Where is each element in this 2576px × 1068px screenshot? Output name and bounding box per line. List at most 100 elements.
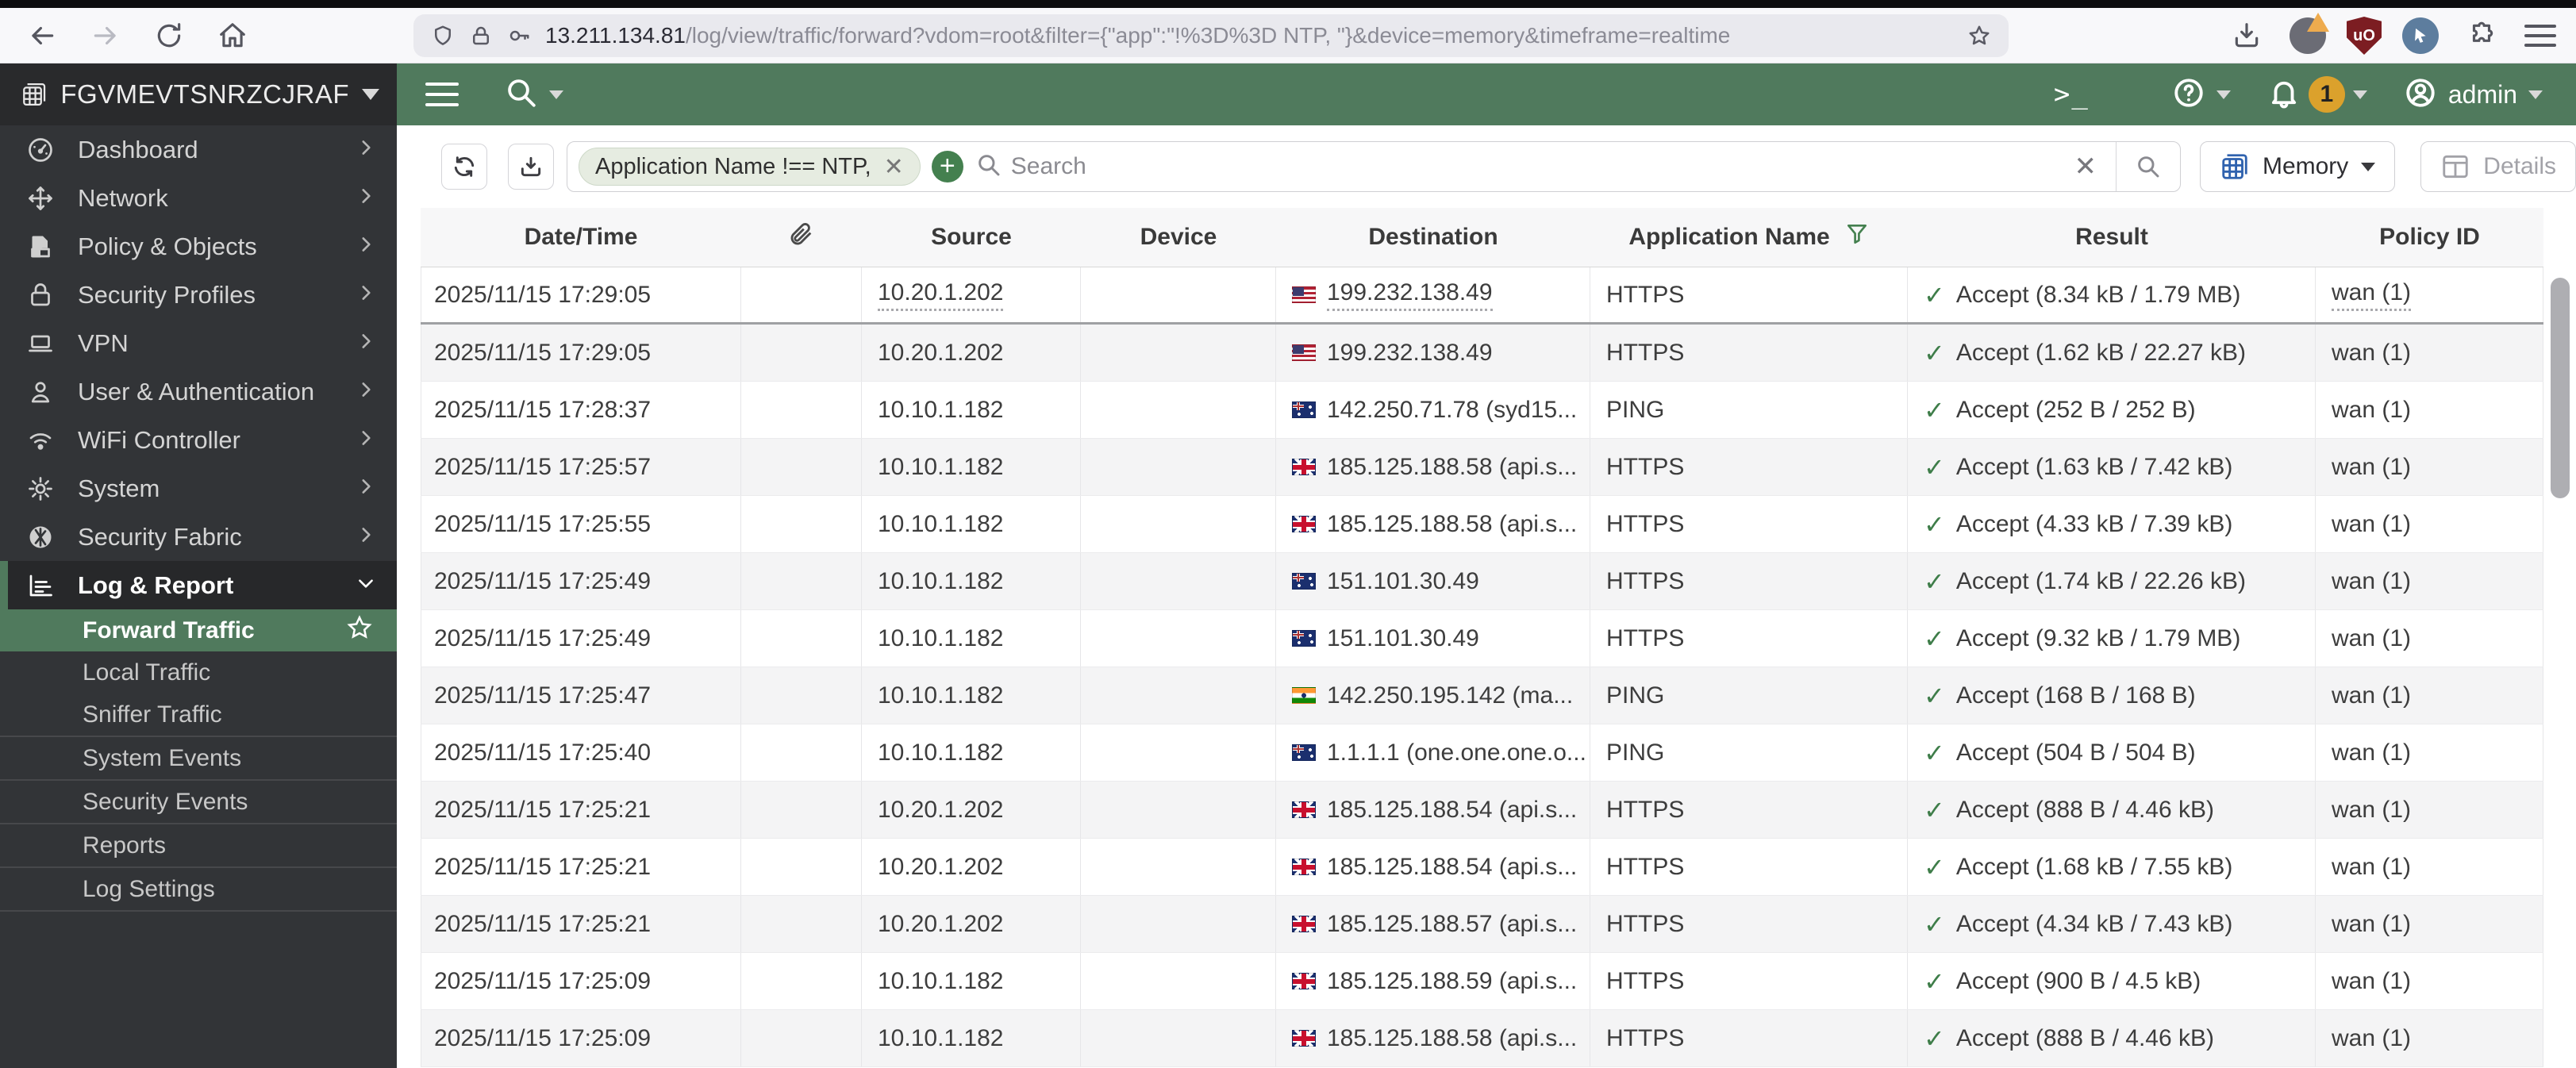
filter-pill-label: Application Name !== NTP, — [595, 153, 871, 179]
column-header-result[interactable]: Result — [1908, 208, 2316, 267]
cursor-extension-icon[interactable] — [2402, 17, 2439, 54]
sidebar-item-security-events[interactable]: Security Events — [0, 781, 397, 823]
favorite-star-icon[interactable] — [346, 614, 373, 647]
sidebar-item-system[interactable]: System — [0, 464, 397, 513]
accept-check-icon: ✓ — [1924, 395, 1945, 425]
table-row[interactable]: 2025/11/15 17:25:47 10.10.1.182 142.250.19… — [421, 667, 2543, 724]
accept-check-icon: ✓ — [1924, 1024, 1945, 1053]
cell-application: PING — [1590, 724, 1908, 781]
notification-caret-icon — [2352, 90, 2367, 99]
cell-datetime: 2025/11/15 17:29:05 — [421, 267, 741, 322]
sidebar-item-dashboard[interactable]: Dashboard — [0, 125, 397, 174]
help-menu-button[interactable] — [2172, 76, 2231, 113]
column-header-date-time[interactable]: Date/Time — [421, 208, 741, 267]
table-row[interactable]: 2025/11/15 17:25:09 10.10.1.182 185.125.18… — [421, 953, 2543, 1010]
filter-remove-icon[interactable]: ✕ — [884, 153, 904, 181]
cell-device — [1081, 496, 1276, 552]
apply-search-button[interactable] — [2117, 142, 2180, 191]
sidebar-item-log-report[interactable]: Log & Report — [0, 561, 397, 609]
sidebar-item-reports[interactable]: Reports — [0, 824, 397, 866]
column-header-device[interactable]: Device — [1081, 208, 1276, 267]
sidebar-item-system-events[interactable]: System Events — [0, 737, 397, 779]
browser-reload-button[interactable] — [147, 13, 191, 58]
sidebar-item-security-profiles[interactable]: Security Profiles — [0, 271, 397, 319]
search-placeholder: Search — [1010, 153, 1086, 179]
cell-source: 10.20.1.202 — [862, 896, 1081, 952]
chevron-right-icon — [356, 523, 376, 551]
sidebar-item-sniffer-traffic[interactable]: Sniffer Traffic — [0, 693, 397, 736]
sidebar-item-security-fabric[interactable]: Security Fabric — [0, 513, 397, 561]
table-row[interactable]: 2025/11/15 17:25:21 10.20.1.202 185.125.18… — [421, 839, 2543, 896]
downloads-button[interactable] — [2224, 13, 2269, 58]
table-scrollbar[interactable] — [2551, 278, 2570, 498]
sidebar-collapse-button[interactable] — [425, 83, 459, 106]
cell-policy: wan (1) — [2316, 953, 2543, 1009]
column-header-destination[interactable]: Destination — [1276, 208, 1590, 267]
refresh-button[interactable] — [441, 144, 487, 190]
extensions-puzzle-button[interactable] — [2459, 13, 2504, 58]
table-row[interactable]: 2025/11/15 17:25:49 10.10.1.182 151.101.30… — [421, 610, 2543, 667]
browser-home-button[interactable] — [210, 13, 255, 58]
log-search-field[interactable]: Application Name !== NTP, ✕ + Search ✕ — [567, 141, 2181, 192]
table-row[interactable]: 2025/11/15 17:25:40 10.10.1.182 1.1.1.1 (o… — [421, 724, 2543, 782]
url-bar[interactable]: 13.211.134.81/log/view/traffic/forward?v… — [413, 14, 2009, 57]
accept-check-icon: ✓ — [1924, 852, 1945, 882]
sidebar-item-vpn[interactable]: VPN — [0, 319, 397, 367]
table-row[interactable]: 2025/11/15 17:29:05 10.20.1.202 199.232.13… — [421, 267, 2543, 325]
sidebar-item-label: WiFi Controller — [78, 425, 240, 454]
extension-privacy-icon[interactable] — [2290, 13, 2329, 54]
table-row[interactable]: 2025/11/15 17:25:21 10.20.1.202 185.125.18… — [421, 896, 2543, 953]
device-selector[interactable]: FGVMEVTSNRZCJRAF — [0, 63, 397, 125]
table-row[interactable]: 2025/11/15 17:25:09 10.10.1.182 185.125.18… — [421, 1010, 2543, 1067]
sidebar-item-wifi-controller[interactable]: WiFi Controller — [0, 416, 397, 464]
cell-application: HTTPS — [1590, 1010, 1908, 1066]
filter-pill[interactable]: Application Name !== NTP, ✕ — [579, 148, 921, 186]
details-button[interactable]: Details — [2420, 141, 2576, 192]
cell-destination: 199.232.138.49 — [1276, 325, 1590, 381]
sidebar-item-policy-objects[interactable]: Policy & Objects — [0, 222, 397, 271]
search-field-icon — [976, 152, 1002, 182]
sidebar-item-network[interactable]: Network — [0, 174, 397, 222]
country-flag-icon — [1292, 286, 1316, 303]
table-row[interactable]: 2025/11/15 17:25:49 10.10.1.182 151.101.30… — [421, 553, 2543, 610]
download-log-button[interactable] — [508, 144, 554, 190]
fortigate-top-bar: FGVMEVTSNRZCJRAF >_ 1 admin — [0, 63, 2576, 125]
cell-source: 10.10.1.182 — [862, 496, 1081, 552]
cell-attachment — [741, 610, 862, 667]
admin-menu-button[interactable]: admin — [2404, 76, 2543, 113]
column-header-policy-id[interactable]: Policy ID — [2316, 208, 2543, 267]
cell-policy: wan (1) — [2316, 896, 2543, 952]
ublock-origin-icon[interactable]: uO — [2347, 17, 2382, 55]
table-row[interactable]: 2025/11/15 17:28:37 10.10.1.182 142.250.71… — [421, 382, 2543, 439]
cli-console-button[interactable]: >_ — [2054, 79, 2090, 110]
notifications-button[interactable]: 1 — [2267, 76, 2367, 113]
sidebar-item-label: Policy & Objects — [78, 232, 257, 260]
add-filter-button[interactable]: + — [931, 151, 963, 182]
sidebar-item-user-authentication[interactable]: User & Authentication — [0, 367, 397, 416]
table-row[interactable]: 2025/11/15 17:25:21 10.20.1.202 185.125.18… — [421, 782, 2543, 839]
sidebar-item-log-settings[interactable]: Log Settings — [0, 868, 397, 910]
bookmark-star-icon[interactable] — [1967, 24, 1991, 48]
sidebar-item-forward-traffic[interactable]: Forward Traffic — [0, 609, 397, 651]
cell-attachment — [741, 496, 862, 552]
log-device-dropdown[interactable]: Memory — [2199, 141, 2396, 192]
cell-datetime: 2025/11/15 17:25:09 — [421, 953, 741, 1009]
table-row[interactable]: 2025/11/15 17:25:55 10.10.1.182 185.125.18… — [421, 496, 2543, 553]
sidebar-subitem-label: Sniffer Traffic — [83, 701, 222, 728]
clear-search-button[interactable]: ✕ — [2055, 142, 2117, 191]
sidebar-item-local-traffic[interactable]: Local Traffic — [0, 651, 397, 693]
column-header-application-name[interactable]: Application Name — [1590, 208, 1908, 267]
browser-menu-button[interactable] — [2524, 25, 2556, 47]
browser-forward-button[interactable] — [83, 13, 128, 58]
column-label: Date/Time — [524, 224, 638, 250]
table-row[interactable]: 2025/11/15 17:29:05 10.20.1.202 199.232.13… — [421, 325, 2543, 382]
cell-application: PING — [1590, 667, 1908, 724]
funnel-icon[interactable] — [1844, 221, 1870, 253]
browser-back-button[interactable] — [20, 13, 64, 58]
cell-application: HTTPS — [1590, 896, 1908, 952]
column-header-source[interactable]: Source — [862, 208, 1081, 267]
table-row[interactable]: 2025/11/15 17:25:57 10.10.1.182 185.125.18… — [421, 439, 2543, 496]
global-search-button[interactable] — [505, 76, 563, 113]
column-header-attachment[interactable] — [741, 208, 862, 267]
cell-application: HTTPS — [1590, 553, 1908, 609]
